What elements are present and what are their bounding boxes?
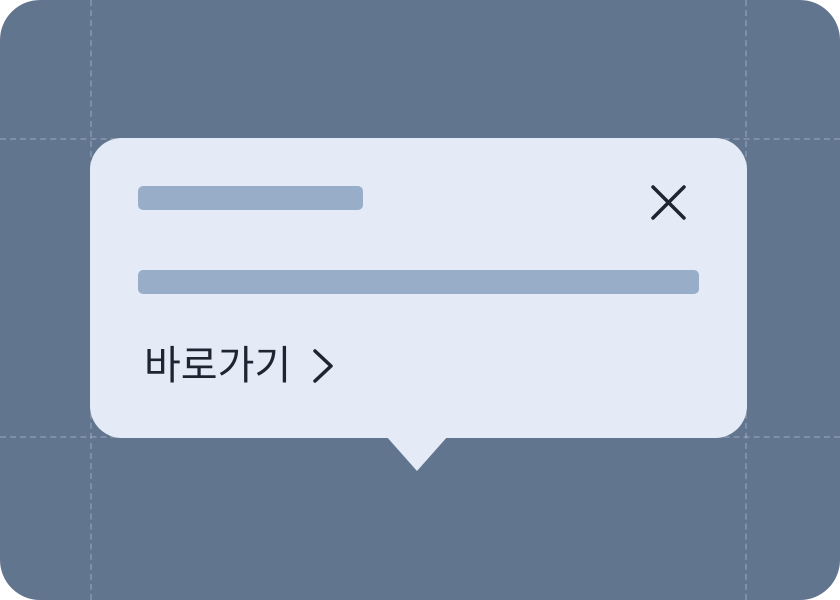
tooltip-popover: 바로가기 — [90, 138, 747, 438]
title-placeholder — [138, 186, 363, 210]
tooltip-preview-canvas: 바로가기 — [0, 0, 840, 600]
tooltip-pointer — [386, 436, 448, 471]
close-button[interactable] — [642, 176, 690, 224]
body-placeholder — [138, 270, 699, 294]
shortcut-link[interactable]: 바로가기 — [144, 338, 335, 394]
close-icon — [651, 185, 686, 220]
chevron-right-icon — [311, 346, 335, 386]
shortcut-label: 바로가기 — [144, 343, 292, 389]
